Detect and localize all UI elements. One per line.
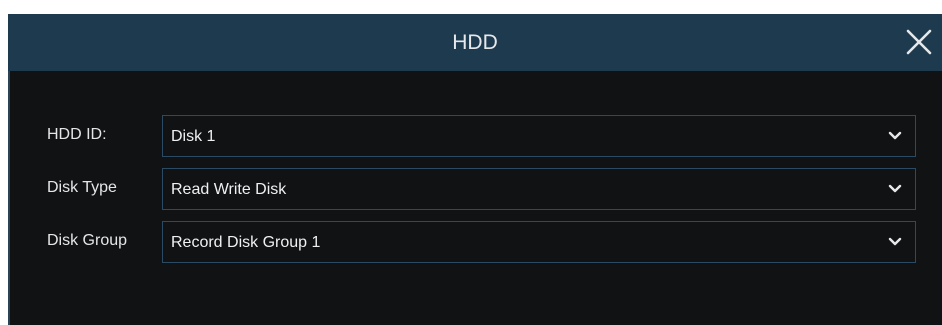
dialog-title: HDD <box>452 31 498 54</box>
chevron-down-icon <box>888 184 902 194</box>
chevron-down-icon <box>888 237 902 247</box>
disk-type-row: Disk Type Read Write Disk <box>8 168 942 210</box>
disk-type-select[interactable]: Read Write Disk <box>162 168 916 210</box>
disk-group-select[interactable]: Record Disk Group 1 <box>162 221 916 263</box>
hdd-dialog: HDD HDD ID: Disk 1 Disk Type Read Write … <box>8 14 942 325</box>
hdd-id-row: HDD ID: Disk 1 <box>8 115 942 157</box>
close-icon <box>906 29 932 55</box>
dialog-titlebar: HDD <box>8 14 942 71</box>
disk-type-value: Read Write Disk <box>171 181 287 198</box>
disk-group-row: Disk Group Record Disk Group 1 <box>8 221 942 263</box>
disk-type-label: Disk Type <box>47 179 117 196</box>
close-button[interactable] <box>900 23 938 61</box>
chevron-down-icon <box>888 131 902 141</box>
disk-group-label: Disk Group <box>47 232 128 249</box>
hdd-id-label: HDD ID: <box>47 126 107 143</box>
disk-group-value: Record Disk Group 1 <box>171 234 321 251</box>
hdd-id-select[interactable]: Disk 1 <box>162 115 916 157</box>
hdd-id-value: Disk 1 <box>171 128 216 145</box>
